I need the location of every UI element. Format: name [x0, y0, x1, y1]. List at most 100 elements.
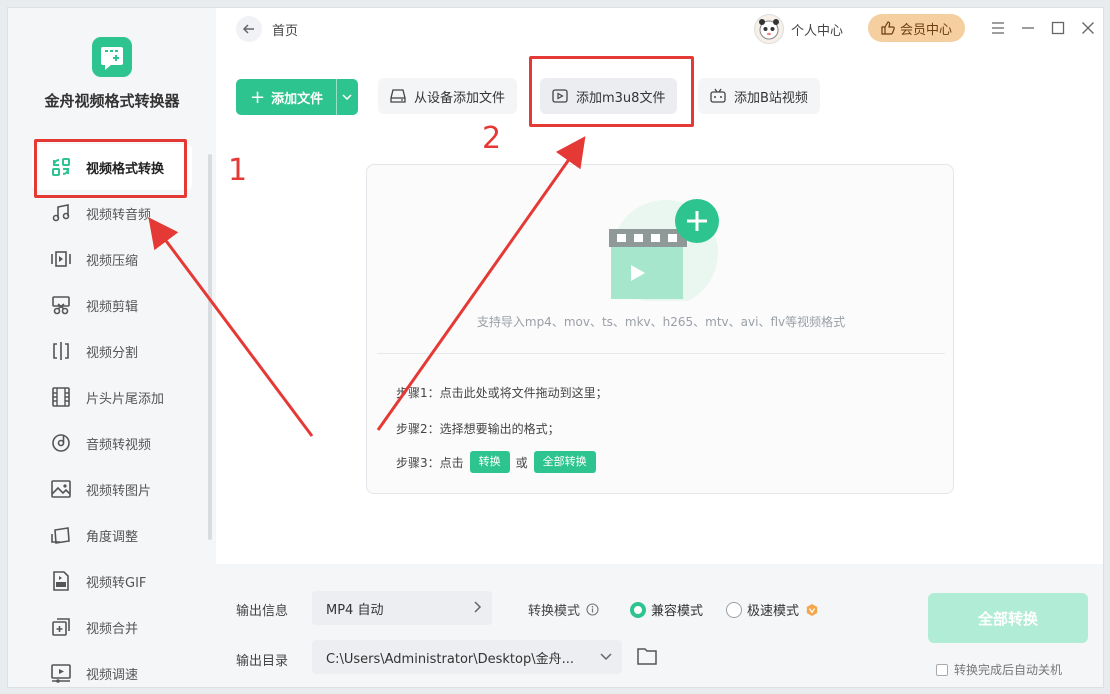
hamburger-menu-icon	[992, 22, 1004, 34]
sidebar-item-video-edit[interactable]: 视频剪辑	[32, 282, 192, 328]
merge-icon	[50, 616, 72, 638]
vip-center-label: 会员中心	[899, 22, 952, 38]
arrow-left-icon	[242, 24, 254, 34]
convert-mode-label: 转换模式	[528, 600, 599, 619]
maximize-icon	[1051, 21, 1065, 35]
avatar[interactable]	[754, 14, 784, 44]
convert-all-chip: 全部转换	[533, 451, 596, 473]
add-video-illustration	[609, 189, 721, 306]
output-dir-select[interactable]: C:\Users\Administrator\Desktop\金舟...	[312, 640, 622, 674]
convert-mode-text: 转换模式	[528, 604, 581, 619]
file-drop-zone[interactable]: 支持导入mp4、mov、ts、mkv、h265、mtv、avi、flv等视频格式…	[366, 164, 954, 494]
output-info-label: 输出信息	[236, 604, 289, 619]
output-format-select[interactable]: MP4 自动	[312, 591, 492, 625]
back-button[interactable]	[236, 16, 262, 42]
add-bilibili-button[interactable]: 添加B站视频	[698, 78, 820, 114]
auto-shutdown-label: 转换完成后自动关机	[954, 663, 1063, 677]
sidebar-item-label: 音频转视频	[86, 437, 152, 453]
scissors-icon	[50, 294, 72, 316]
output-format-value: MP4 自动	[326, 602, 384, 618]
plus-icon: +	[250, 86, 266, 108]
sidebar-nav: 视频格式转换 视频转音频 视频压缩 视频剪辑 视频分割 片头片尾添加 音频转视频…	[32, 144, 192, 687]
sidebar-item-angle-adjust[interactable]: 角度调整	[32, 512, 192, 558]
add-from-device-button[interactable]: 从设备添加文件	[378, 78, 518, 114]
vip-center-button[interactable]: 会员中心	[868, 14, 965, 42]
add-file-button[interactable]: + 添加文件	[236, 79, 358, 115]
speed-icon	[50, 662, 72, 684]
page-title: 首页	[272, 24, 299, 39]
annotation-box-1	[34, 139, 187, 198]
chevron-right-icon	[474, 601, 482, 613]
open-folder-button[interactable]	[636, 646, 658, 666]
chevron-down-icon	[600, 653, 612, 661]
radio-selected-indicator	[630, 601, 646, 618]
chevron-down-icon	[342, 94, 352, 100]
music-note-icon	[50, 202, 72, 224]
sidebar: 金舟视频格式转换器 视频格式转换 视频转音频 视频压缩 视频剪辑 视频分割 片头…	[8, 8, 216, 687]
audio-disc-icon	[50, 432, 72, 454]
add-file-label: 添加文件	[271, 91, 324, 107]
sidebar-item-label: 片头片尾添加	[86, 391, 165, 407]
annotation-number-2: 2	[482, 121, 502, 156]
sidebar-item-intro-outro[interactable]: 片头片尾添加	[32, 374, 192, 420]
minimize-button[interactable]	[1018, 18, 1038, 38]
app-logo-icon	[101, 47, 123, 70]
sidebar-scrollbar[interactable]	[208, 154, 212, 540]
annotation-box-2	[529, 56, 694, 127]
annotation-number-1: 1	[228, 153, 248, 188]
step-2-text: 步骤2：选择想要输出的格式；	[396, 422, 560, 436]
step-3-or: 或	[515, 455, 528, 470]
sidebar-item-video-speed[interactable]: 视频调速	[32, 650, 192, 687]
sidebar-item-label: 视频压缩	[86, 253, 139, 269]
top-bar: 首页 个人中心 会员中心	[216, 8, 1103, 52]
mode-compat-label: 兼容模式	[651, 604, 704, 619]
user-center-link[interactable]: 个人中心	[791, 20, 843, 39]
vip-badge-icon	[805, 603, 819, 617]
sidebar-item-label: 视频合并	[86, 621, 139, 637]
minimize-icon	[1022, 27, 1034, 29]
sidebar-item-label: 视频转图片	[86, 483, 152, 499]
step-3-prefix: 步骤3：点击	[396, 455, 464, 470]
split-icon	[50, 340, 72, 362]
app-logo	[92, 37, 132, 77]
film-strip-icon	[50, 386, 72, 408]
auto-shutdown-checkbox[interactable]: 转换完成后自动关机	[936, 661, 1062, 678]
sidebar-item-video-to-image[interactable]: 视频转图片	[32, 466, 192, 512]
sidebar-item-video-to-gif[interactable]: 视频转GIF	[32, 558, 192, 604]
convert-all-button[interactable]: 全部转换	[928, 593, 1088, 643]
sidebar-item-video-merge[interactable]: 视频合并	[32, 604, 192, 650]
close-icon	[1082, 22, 1094, 34]
sidebar-item-label: 角度调整	[86, 529, 139, 545]
output-panel: 输出信息 MP4 自动 转换模式 兼容模式 极速模式 输出目录 C:\Users…	[216, 564, 1103, 687]
sidebar-item-label: 视频剪辑	[86, 299, 139, 315]
close-button[interactable]	[1078, 18, 1098, 38]
image-icon	[50, 478, 72, 500]
step-3-row: 步骤3：点击 转换 或 全部转换	[396, 451, 602, 473]
info-icon[interactable]	[586, 603, 599, 616]
sidebar-item-video-compress[interactable]: 视频压缩	[32, 236, 192, 282]
tv-icon	[710, 88, 726, 104]
video-add-icon	[609, 199, 719, 306]
gif-file-icon	[50, 570, 72, 592]
menu-button[interactable]	[988, 18, 1008, 38]
sidebar-item-label: 视频转音频	[86, 207, 152, 223]
sidebar-item-label: 视频分割	[86, 345, 139, 361]
thumbs-up-icon	[881, 21, 895, 35]
app-name: 金舟视频格式转换器	[44, 92, 180, 110]
checkbox-box	[936, 663, 948, 676]
compress-icon	[50, 248, 72, 270]
maximize-button[interactable]	[1048, 18, 1068, 38]
output-dir-label: 输出目录	[236, 654, 289, 669]
mode-fast-label: 极速模式	[747, 604, 800, 619]
mode-fast-radio[interactable]: 极速模式	[726, 600, 819, 619]
sidebar-item-video-split[interactable]: 视频分割	[32, 328, 192, 374]
hard-drive-icon	[390, 88, 406, 104]
step-1-text: 步骤1：点击此处或将文件拖动到这里；	[396, 386, 608, 400]
divider	[377, 353, 945, 354]
add-bilibili-label: 添加B站视频	[734, 90, 808, 106]
rotate-icon	[50, 524, 72, 546]
mode-compat-radio[interactable]: 兼容模式	[630, 600, 703, 619]
sidebar-item-label: 视频调速	[86, 667, 139, 683]
sidebar-item-audio-to-video[interactable]: 音频转视频	[32, 420, 192, 466]
add-file-dropdown[interactable]	[336, 79, 358, 115]
